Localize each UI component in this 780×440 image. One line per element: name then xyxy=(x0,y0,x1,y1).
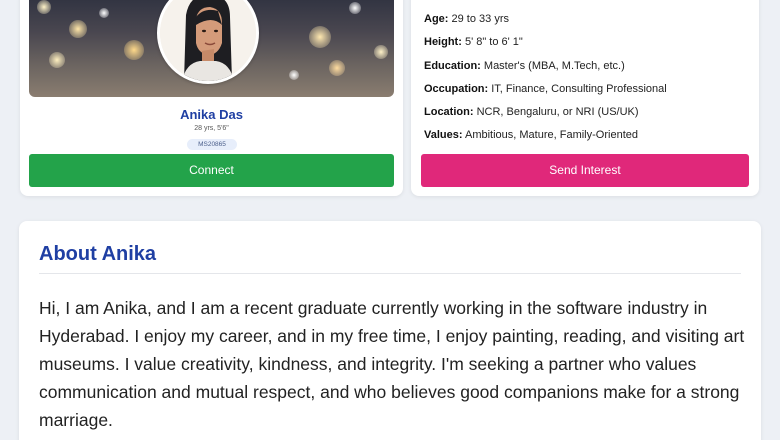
pref-label: Values: xyxy=(424,129,463,142)
avatar-illustration xyxy=(160,0,256,81)
pref-value: IT, Finance, Consulting Professional xyxy=(491,82,667,95)
pref-label: Education: xyxy=(424,59,481,72)
pref-value: Master's (MBA, M.Tech, etc.) xyxy=(483,59,625,72)
profile-meta: 28 yrs, 5'6" xyxy=(194,125,229,132)
about-text: Hi, I am Anika, and I am a recent gradua… xyxy=(39,298,745,430)
pref-value: 5' 8" to 6' 1" xyxy=(464,36,523,49)
pref-label: Occupation: xyxy=(424,82,489,95)
about-title: About Anika xyxy=(39,243,157,265)
pref-value: NCR, Bengaluru, or NRI (US/UK) xyxy=(476,106,639,119)
pref-label: Age: xyxy=(424,13,449,25)
pref-label: Height: xyxy=(424,36,462,49)
about-card: About Anika Hi, I am Anika, and I am a r… xyxy=(19,221,761,440)
pref-label: Location: xyxy=(424,106,474,119)
pref-height: Height: 5' 8" to 6' 1" xyxy=(424,31,754,54)
pref-age: Age: 29 to 33 yrs xyxy=(424,8,754,31)
divider xyxy=(39,273,741,274)
pref-education: Education: Master's (MBA, M.Tech, etc.) xyxy=(424,55,754,78)
pref-values: Values: Ambitious, Mature, Family-Orient… xyxy=(424,124,754,147)
partner-preferences-card: Age: 29 to 33 yrs Height: 5' 8" to 6' 1"… xyxy=(411,0,759,196)
connect-button[interactable]: Connect xyxy=(29,154,394,187)
pref-location: Location: NCR, Bengaluru, or NRI (US/UK) xyxy=(424,101,754,124)
profile-card: Anika Das 28 yrs, 5'6" MS20865 Connect xyxy=(20,0,403,196)
pref-value: Ambitious, Mature, Family-Oriented xyxy=(464,129,638,142)
pref-occupation: Occupation: IT, Finance, Consulting Prof… xyxy=(424,78,754,101)
send-interest-button[interactable]: Send Interest xyxy=(421,154,749,187)
preferences-list: Age: 29 to 33 yrs Height: 5' 8" to 6' 1"… xyxy=(424,8,754,148)
pref-value: 29 to 33 yrs xyxy=(451,13,509,25)
profile-name: Anika Das xyxy=(180,107,243,122)
profile-id-badge: MS20865 xyxy=(187,139,237,150)
